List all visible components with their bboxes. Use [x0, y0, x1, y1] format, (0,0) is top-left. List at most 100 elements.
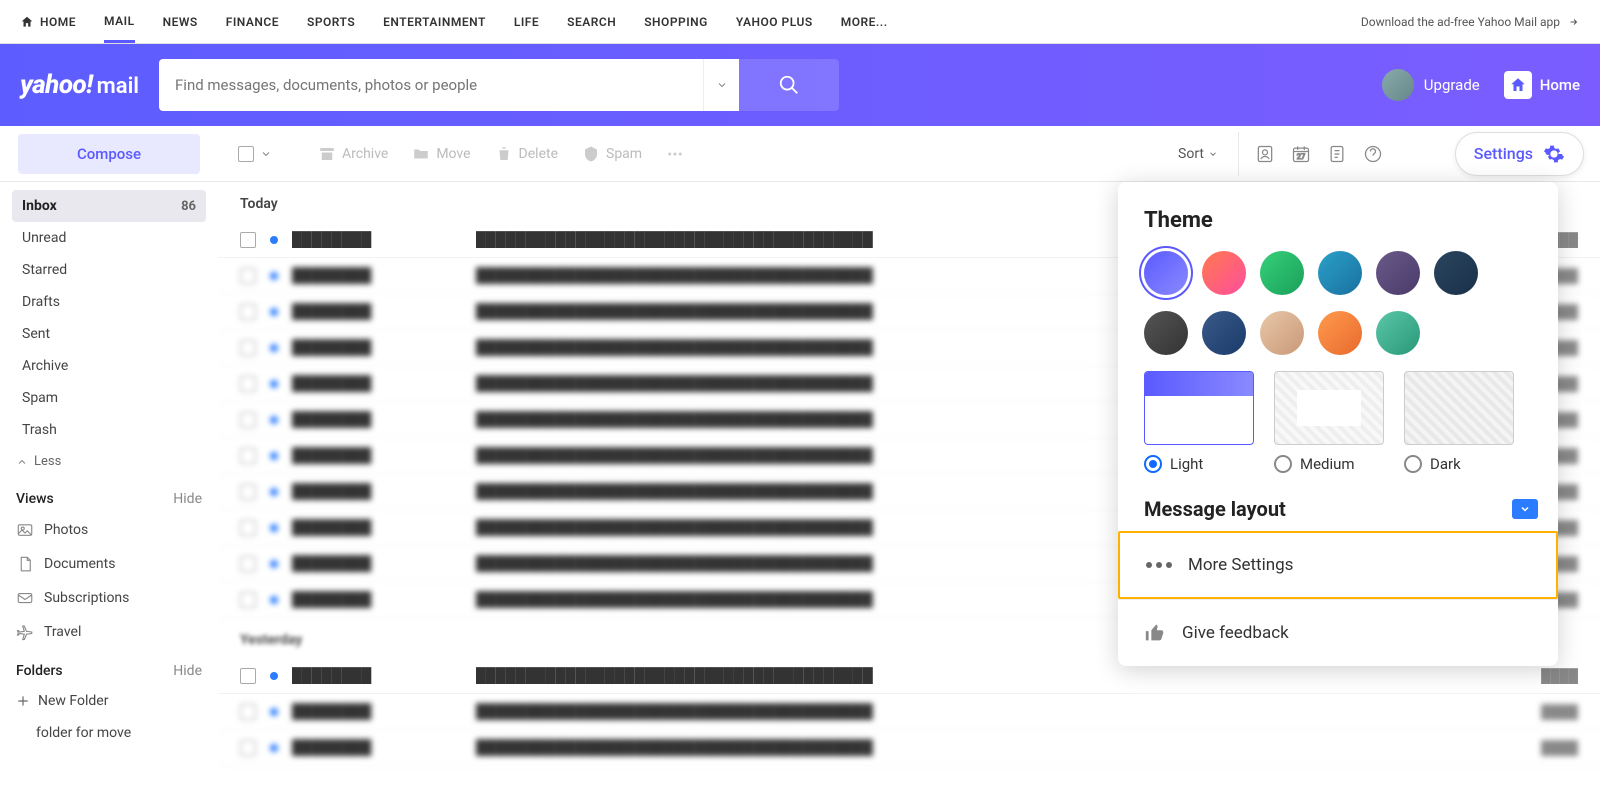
theme-swatch[interactable]	[1202, 311, 1246, 355]
mode-option-medium[interactable]: Medium	[1274, 455, 1384, 473]
more-actions[interactable]	[666, 145, 684, 163]
move-button[interactable]: Move	[412, 145, 470, 163]
views-hide[interactable]: Hide	[173, 491, 202, 507]
mode-preview-medium[interactable]	[1274, 371, 1384, 445]
row-checkbox[interactable]	[240, 448, 256, 464]
view-travel[interactable]: Travel	[12, 615, 206, 649]
less-toggle[interactable]: Less	[12, 446, 206, 477]
spam-button[interactable]: Spam	[582, 145, 642, 163]
delete-button[interactable]: Delete	[495, 145, 558, 163]
nav-shopping[interactable]: SHOPPING	[644, 15, 708, 29]
unread-dot	[270, 672, 278, 680]
nav-search[interactable]: SEARCH	[567, 15, 616, 29]
mode-previews	[1144, 371, 1532, 445]
view-subscriptions[interactable]: Subscriptions	[12, 581, 206, 615]
row-checkbox[interactable]	[240, 268, 256, 284]
chevron-down-icon[interactable]	[260, 148, 272, 160]
home-button[interactable]: Home	[1504, 71, 1580, 99]
notepad-icon[interactable]	[1327, 144, 1347, 164]
mode-radios: Light Medium Dark	[1144, 455, 1532, 473]
theme-swatch[interactable]	[1434, 251, 1478, 295]
mode-option-dark[interactable]: Dark	[1404, 455, 1514, 473]
folder-trash[interactable]: Trash	[12, 414, 206, 446]
row-checkbox[interactable]	[240, 232, 256, 248]
download-app-link[interactable]: Download the ad-free Yahoo Mail app	[1361, 15, 1580, 29]
theme-swatch[interactable]	[1318, 311, 1362, 355]
row-checkbox[interactable]	[240, 592, 256, 608]
row-checkbox[interactable]	[240, 340, 256, 356]
nav-life[interactable]: LIFE	[514, 15, 539, 29]
avatar	[1382, 69, 1414, 101]
spam-label: Spam	[606, 146, 642, 162]
upgrade-link[interactable]: Upgrade	[1382, 69, 1480, 101]
folder-spam[interactable]: Spam	[12, 382, 206, 414]
row-checkbox[interactable]	[240, 740, 256, 756]
compose-button[interactable]: Compose	[18, 134, 200, 174]
mode-preview-light[interactable]	[1144, 371, 1254, 445]
theme-swatch[interactable]	[1202, 251, 1246, 295]
folders-hide[interactable]: Hide	[173, 663, 202, 679]
message-row[interactable]: ████████████████████████████████████████…	[218, 730, 1600, 766]
nav-entertainment[interactable]: ENTERTAINMENT	[383, 15, 486, 29]
row-checkbox[interactable]	[240, 556, 256, 572]
move-label: Move	[436, 146, 470, 162]
view-documents[interactable]: Documents	[12, 547, 206, 581]
sort-dropdown[interactable]: Sort	[1178, 146, 1218, 162]
settings-button[interactable]: Settings	[1455, 132, 1584, 176]
document-icon	[16, 555, 34, 573]
help-icon[interactable]	[1363, 144, 1383, 164]
nav-more[interactable]: MORE...	[841, 15, 888, 29]
theme-swatch[interactable]	[1260, 251, 1304, 295]
folder-archive[interactable]: Archive	[12, 350, 206, 382]
nav-yahooplus[interactable]: YAHOO PLUS	[736, 15, 813, 29]
view-photos[interactable]: Photos	[12, 513, 206, 547]
custom-folder[interactable]: folder for move	[12, 717, 206, 749]
folder-sent[interactable]: Sent	[12, 318, 206, 350]
scroll-down-badge[interactable]	[1512, 499, 1538, 519]
give-feedback-link[interactable]: Give feedback	[1118, 599, 1558, 666]
row-checkbox[interactable]	[240, 668, 256, 684]
plus-icon	[16, 694, 30, 708]
photo-icon	[16, 521, 34, 539]
nav-home[interactable]: HOME	[20, 15, 76, 29]
folder-inbox[interactable]: Inbox86	[12, 190, 206, 222]
mode-option-light[interactable]: Light	[1144, 455, 1254, 473]
search-button[interactable]	[739, 59, 839, 111]
row-checkbox[interactable]	[240, 412, 256, 428]
yahoo-mail-logo[interactable]: yahoo! mail	[20, 70, 139, 100]
nav-finance[interactable]: FINANCE	[226, 15, 279, 29]
unread-dot	[270, 452, 278, 460]
theme-swatch[interactable]	[1376, 311, 1420, 355]
nav-sports[interactable]: SPORTS	[307, 15, 355, 29]
select-all-checkbox[interactable]	[238, 146, 254, 162]
more-settings-link[interactable]: More Settings	[1118, 531, 1558, 599]
theme-swatch[interactable]	[1260, 311, 1304, 355]
row-checkbox[interactable]	[240, 304, 256, 320]
home-label: Home	[1540, 76, 1580, 94]
theme-swatch[interactable]	[1144, 251, 1188, 295]
theme-swatch[interactable]	[1144, 311, 1188, 355]
row-checkbox[interactable]	[240, 520, 256, 536]
calendar-icon[interactable]: 27	[1291, 144, 1311, 164]
message-row[interactable]: ████████████████████████████████████████…	[218, 694, 1600, 730]
archive-button[interactable]: Archive	[318, 145, 388, 163]
nav-news[interactable]: NEWS	[163, 15, 198, 29]
folder-drafts[interactable]: Drafts	[12, 286, 206, 318]
folder-starred[interactable]: Starred	[12, 254, 206, 286]
mail-icon	[16, 589, 34, 607]
theme-swatch[interactable]	[1376, 251, 1420, 295]
row-checkbox[interactable]	[240, 484, 256, 500]
row-checkbox[interactable]	[240, 376, 256, 392]
nav-mail[interactable]: MAIL	[104, 14, 135, 43]
search-dropdown[interactable]	[703, 59, 739, 111]
mode-preview-dark[interactable]	[1404, 371, 1514, 445]
select-all[interactable]	[238, 146, 272, 162]
new-folder[interactable]: New Folder	[12, 685, 206, 717]
row-checkbox[interactable]	[240, 704, 256, 720]
search-input[interactable]	[159, 59, 703, 111]
logo-mail-text: mail	[97, 74, 139, 99]
folder-unread[interactable]: Unread	[12, 222, 206, 254]
contact-icon[interactable]	[1255, 144, 1275, 164]
settings-panel: Theme LightMediumDark Message layout Mor…	[1118, 182, 1558, 666]
theme-swatch[interactable]	[1318, 251, 1362, 295]
